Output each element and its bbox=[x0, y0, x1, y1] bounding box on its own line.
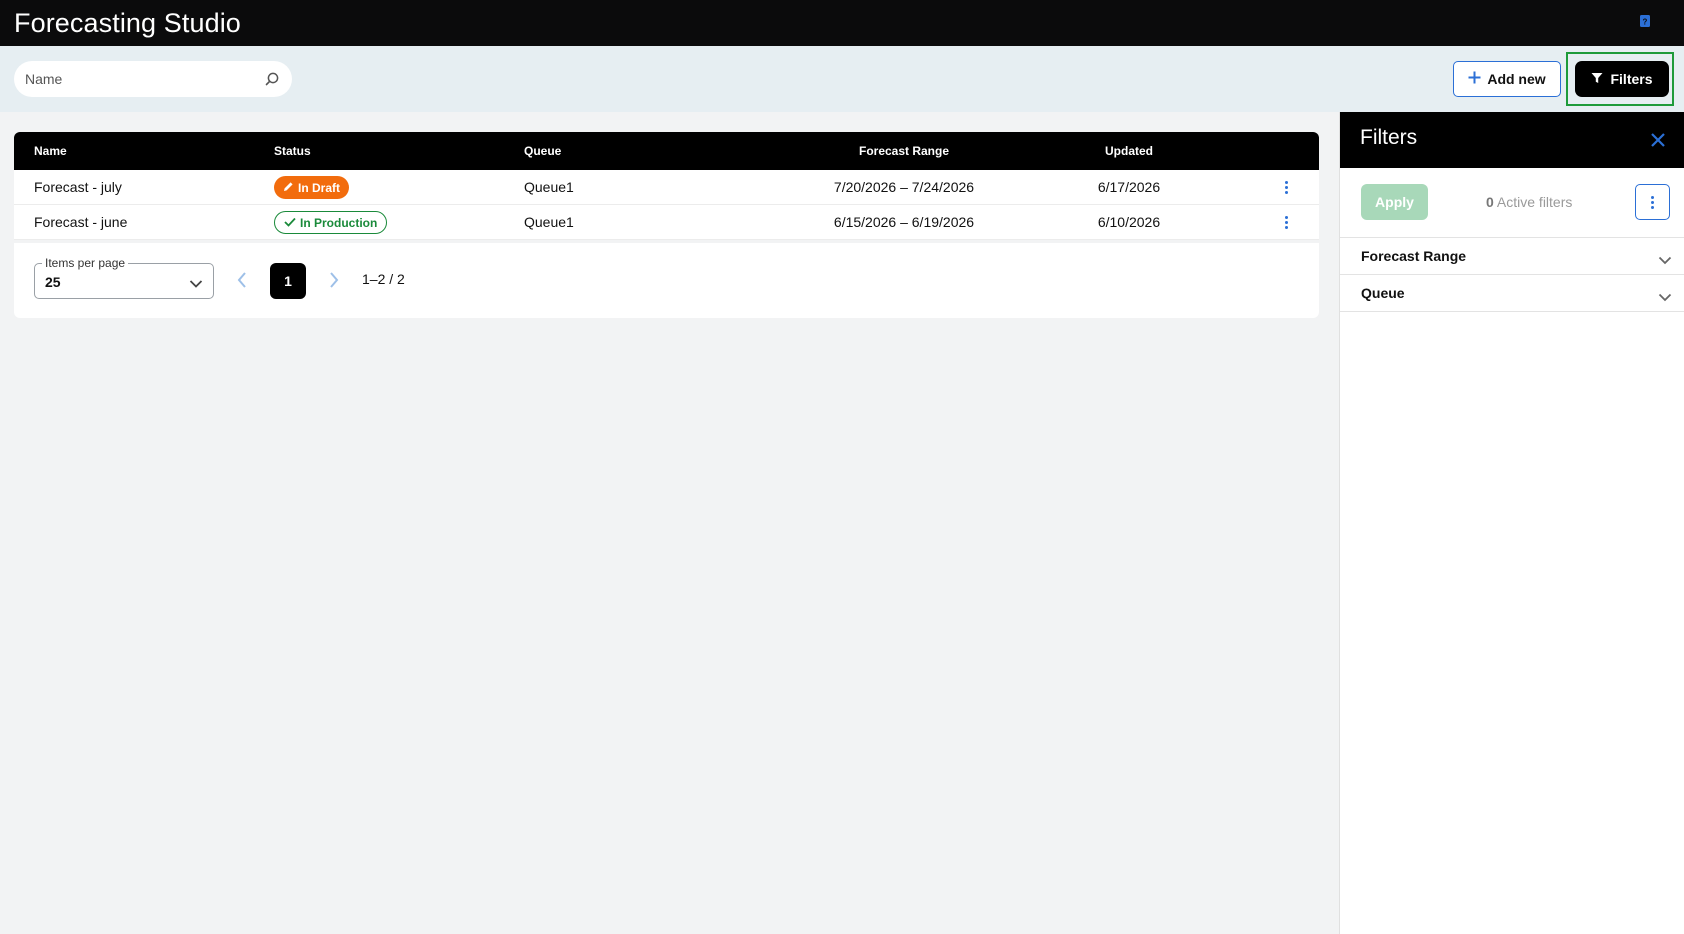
status-text: In Production bbox=[300, 215, 378, 230]
table-row[interactable]: Forecast - july In Draft Queue1 7/20/202… bbox=[14, 170, 1319, 205]
row-forecast-range: 6/15/2026 – 6/19/2026 bbox=[833, 214, 975, 230]
svg-text:?: ? bbox=[1643, 18, 1648, 27]
filter-section-label: Forecast Range bbox=[1361, 248, 1467, 264]
chevron-down-icon bbox=[1658, 252, 1672, 265]
page-range-text: 1–2 / 2 bbox=[362, 271, 405, 287]
forecast-table: Name Status Queue Forecast Range Updated… bbox=[14, 132, 1319, 318]
status-text: In Draft bbox=[298, 180, 340, 195]
chevron-down-icon bbox=[189, 276, 203, 288]
filters-button[interactable]: Filters bbox=[1575, 61, 1669, 97]
apply-button[interactable]: Apply bbox=[1361, 184, 1428, 220]
pagination-bar: Items per page 25 1 1–2 / 2 bbox=[14, 243, 1319, 318]
row-queue: Queue1 bbox=[524, 179, 574, 195]
row-name: Forecast - july bbox=[34, 179, 122, 195]
row-updated: 6/17/2026 bbox=[1097, 179, 1161, 195]
items-per-page-label: Items per page bbox=[42, 256, 129, 270]
row-queue: Queue1 bbox=[524, 214, 574, 230]
add-new-label: Add new bbox=[1487, 71, 1546, 87]
filter-section-label: Queue bbox=[1361, 285, 1405, 301]
active-filters-number: 0 bbox=[1486, 194, 1494, 210]
filters-panel: Filters Apply 0 Active filters Forecast … bbox=[1339, 112, 1684, 934]
row-updated: 6/10/2026 bbox=[1097, 214, 1161, 230]
column-header-updated[interactable]: Updated bbox=[1054, 132, 1204, 170]
table-header: Name Status Queue Forecast Range Updated bbox=[14, 132, 1319, 170]
row-kebab-menu-icon[interactable] bbox=[1281, 179, 1291, 196]
check-icon bbox=[284, 216, 296, 230]
column-header-queue[interactable]: Queue bbox=[524, 132, 561, 170]
filters-panel-title: Filters bbox=[1360, 126, 1418, 149]
page-button-current[interactable]: 1 bbox=[270, 263, 306, 299]
row-kebab-menu-icon[interactable] bbox=[1281, 214, 1291, 231]
filters-panel-actions: Apply 0 Active filters bbox=[1340, 168, 1684, 238]
filter-funnel-icon bbox=[1591, 71, 1603, 87]
row-forecast-range: 7/20/2026 – 7/24/2026 bbox=[833, 179, 975, 195]
column-header-forecast-range[interactable]: Forecast Range bbox=[784, 132, 1024, 170]
app-title: Forecasting Studio bbox=[14, 7, 241, 38]
close-icon[interactable] bbox=[1650, 132, 1666, 148]
items-per-page-select[interactable]: Items per page 25 bbox=[34, 256, 214, 299]
toolbar: Add new Filters bbox=[0, 46, 1684, 112]
chevron-down-icon bbox=[1658, 289, 1672, 302]
filter-section-forecast-range[interactable]: Forecast Range bbox=[1340, 238, 1684, 275]
search-input[interactable] bbox=[14, 61, 244, 97]
filters-label: Filters bbox=[1610, 71, 1653, 87]
filter-section-queue[interactable]: Queue bbox=[1340, 275, 1684, 312]
plus-icon bbox=[1468, 71, 1481, 87]
filters-more-button[interactable] bbox=[1635, 184, 1670, 220]
filters-panel-header: Filters bbox=[1340, 112, 1684, 168]
pencil-icon bbox=[283, 181, 294, 195]
chevron-right-icon[interactable] bbox=[328, 271, 340, 289]
chevron-left-icon[interactable] bbox=[236, 271, 248, 289]
add-new-button[interactable]: Add new bbox=[1453, 61, 1561, 97]
column-header-status[interactable]: Status bbox=[274, 132, 311, 170]
row-name: Forecast - june bbox=[34, 214, 128, 230]
status-badge: In Draft bbox=[274, 176, 349, 199]
search-box bbox=[14, 61, 292, 97]
column-header-name[interactable]: Name bbox=[34, 132, 67, 170]
active-filters-count: 0 Active filters bbox=[1486, 194, 1572, 210]
status-badge: In Production bbox=[274, 211, 388, 234]
top-bar: Forecasting Studio ? bbox=[0, 0, 1684, 46]
help-book-icon[interactable]: ? bbox=[1638, 13, 1652, 29]
search-icon[interactable] bbox=[264, 71, 280, 87]
active-filters-label: Active filters bbox=[1496, 194, 1573, 210]
table-row[interactable]: Forecast - june In Production Queue1 6/1… bbox=[14, 205, 1319, 240]
items-per-page-value: 25 bbox=[45, 274, 61, 290]
